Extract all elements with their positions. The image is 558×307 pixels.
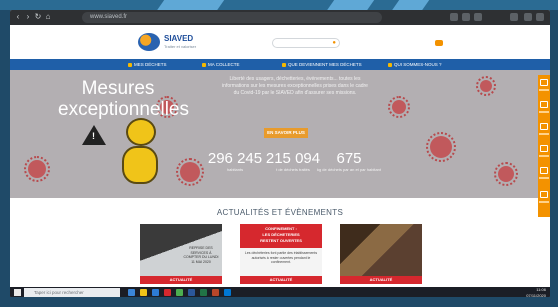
hero-title-line: exceptionnelles [58, 99, 189, 120]
phone-icon[interactable] [540, 191, 548, 198]
news-card-cta[interactable]: ACTUALITÉ [340, 276, 422, 284]
hero-description: Liberté des usagers, déchetteries, événe… [222, 76, 368, 96]
outlook-icon[interactable] [224, 289, 231, 296]
nav-item-qui-sommes-nous[interactable]: QUI SOMMES-NOUS ? [388, 59, 442, 70]
nav-item-label: QUI SOMMES-NOUS ? [394, 62, 442, 67]
virus-illustration [476, 76, 496, 96]
windows-start-icon[interactable] [14, 289, 21, 296]
search-icon[interactable]: ● [332, 39, 336, 47]
edge-icon[interactable] [152, 289, 159, 296]
site-search-input[interactable]: ● [272, 38, 340, 48]
stat-value: 675 [336, 150, 362, 167]
mascot-body [122, 146, 158, 184]
nav-item-que-deviennent[interactable]: QUE DEVIENNENT MES DÉCHETS [282, 59, 362, 70]
document-icon[interactable] [540, 101, 548, 108]
calendar-icon[interactable] [540, 79, 548, 86]
sidebar-label [539, 201, 549, 203]
logo-subtitle: Traiter et valoriser [164, 44, 197, 49]
app-icon[interactable] [164, 289, 171, 296]
mascot-illustration [110, 118, 166, 188]
browser-toolbar: ‹ › ↻ ⌂ www.siaved.fr [10, 10, 550, 25]
address-bar[interactable]: www.siaved.fr [82, 12, 382, 23]
virus-illustration [24, 156, 50, 182]
powerpoint-icon[interactable] [212, 289, 219, 296]
read-more-button[interactable]: EN SAVOIR PLUS [264, 128, 308, 138]
nav-bullet-icon [128, 62, 132, 67]
nav-item-ma-collecte[interactable]: MA COLLECTE [202, 59, 240, 70]
virus-illustration [388, 96, 410, 118]
extension-icon[interactable] [462, 13, 470, 21]
warning-sign-icon [82, 125, 106, 145]
nav-bullet-icon [388, 62, 392, 67]
back-icon[interactable]: ‹ [14, 13, 22, 21]
extension-icon[interactable] [450, 13, 458, 21]
news-card[interactable]: ACTUALITÉ [340, 224, 422, 284]
reload-icon[interactable]: ↻ [34, 13, 42, 21]
news-card-cta[interactable]: ACTUALITÉ [140, 276, 222, 284]
forward-icon[interactable]: › [24, 13, 32, 21]
hero-title: Mesures exceptionnelles [58, 78, 189, 120]
profile-icon[interactable] [510, 13, 518, 21]
sidebar-label [539, 177, 549, 179]
site-header: SIAVED Traiter et valoriser ● [10, 25, 550, 59]
nav-bullet-icon [202, 62, 206, 67]
taskbar-search-input[interactable]: Taper ici pour rechercher [24, 288, 120, 297]
word-icon[interactable] [188, 289, 195, 296]
excel-icon[interactable] [200, 289, 207, 296]
location-icon[interactable] [540, 123, 548, 130]
sidebar-label [539, 133, 549, 135]
virus-illustration [426, 132, 456, 162]
news-card-banner: CONFINEMENT : LES DÉCHETERIES RESTENT OU… [240, 224, 322, 248]
news-card[interactable]: REPRISE DES SERVICES À COMPTER DU LUNDI … [140, 224, 222, 284]
quick-access-sidebar [538, 75, 550, 217]
logo-mark [138, 33, 160, 51]
sidebar-label [539, 111, 549, 113]
nav-bullet-icon [282, 62, 286, 67]
nav-item-label: QUE DEVIENNENT MES DÉCHETS [288, 62, 362, 67]
screen-bezel-bottom [0, 297, 558, 307]
mail-icon[interactable] [540, 145, 548, 152]
extension-icon[interactable] [474, 13, 482, 21]
sidebar-label [539, 89, 549, 91]
task-view-icon[interactable] [128, 289, 135, 296]
hero-title-line: Mesures [81, 78, 155, 99]
nav-item-mes-dechets[interactable]: MES DÉCHETS [128, 59, 167, 70]
menu-icon[interactable] [524, 13, 532, 21]
news-section-title: ACTUALITÉS ET ÉVÈNEMENTS [216, 208, 344, 217]
news-card-image [340, 224, 422, 276]
main-nav: MES DÉCHETS MA COLLECTE QUE DEVIENNENT M… [10, 59, 550, 70]
file-explorer-icon[interactable] [140, 289, 147, 296]
stat-label: kg de déchets par an et par habitant [316, 167, 382, 172]
news-card-text: Les déchèteries font partie des établiss… [244, 251, 318, 264]
virus-illustration [176, 158, 204, 186]
recycle-icon[interactable] [540, 167, 548, 174]
news-card[interactable]: CONFINEMENT : LES DÉCHETERIES RESTENT OU… [240, 224, 322, 284]
sidebar-label [539, 155, 549, 157]
nav-item-label: MA COLLECTE [208, 62, 240, 67]
home-icon[interactable]: ⌂ [44, 13, 52, 21]
news-card-cta[interactable]: ACTUALITÉ [240, 276, 322, 284]
mascot-head [126, 118, 156, 146]
banner-line: RESTENT OUVERTES [260, 238, 302, 243]
close-icon[interactable] [536, 13, 544, 21]
chrome-icon[interactable] [176, 289, 183, 296]
hero-banner: Mesures exceptionnelles Liberté des usag… [10, 70, 550, 198]
stat-waste-per-inhabitant: 675 kg de déchets par an et par habitant [314, 150, 384, 172]
nav-item-label: MES DÉCHETS [134, 62, 167, 67]
user-account-icon[interactable] [435, 40, 443, 46]
screen-bezel-top [0, 0, 558, 10]
monitor-screen: ‹ › ↻ ⌂ www.siaved.fr SIAVED Traiter et … [10, 10, 550, 298]
siaved-logo[interactable]: SIAVED Traiter et valoriser [138, 31, 208, 53]
logo-name: SIAVED [164, 34, 194, 43]
virus-illustration [494, 162, 518, 186]
news-card-caption: REPRISE DES SERVICES À COMPTER DU LUNDI … [183, 246, 219, 264]
